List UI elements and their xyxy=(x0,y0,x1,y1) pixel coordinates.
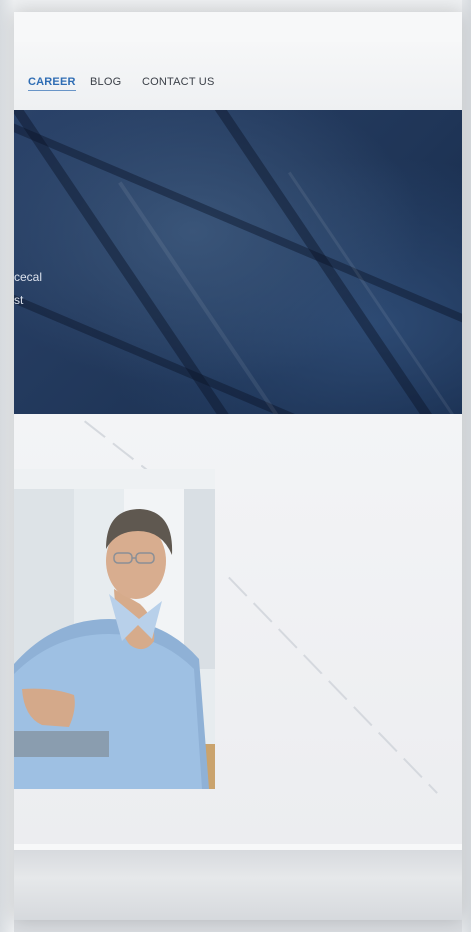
hero-glass-frame xyxy=(14,110,462,359)
businessman-photo xyxy=(14,469,215,789)
hero-text-line: st xyxy=(14,293,24,307)
device-left-edge xyxy=(0,0,14,932)
businessman-illustration xyxy=(14,469,215,789)
nav-item-career[interactable]: CAREER xyxy=(28,76,76,91)
nav-item-blog[interactable]: BLOG xyxy=(90,76,121,88)
nav-item-contact-us[interactable]: CONTACT US xyxy=(142,76,215,88)
hero-light-streak xyxy=(288,171,462,414)
device-right-edge xyxy=(462,0,471,932)
hero-text-line: cecal xyxy=(14,270,43,284)
footer-band xyxy=(14,850,462,920)
top-navigation: CAREER BLOG CONTACT US xyxy=(14,42,462,112)
hero-glass-frame xyxy=(14,259,462,414)
device-mockup: CAREER BLOG CONTACT US cecal st xyxy=(0,0,471,932)
website-page: CAREER BLOG CONTACT US cecal st xyxy=(14,12,462,920)
hero-banner: cecal st xyxy=(14,110,462,414)
